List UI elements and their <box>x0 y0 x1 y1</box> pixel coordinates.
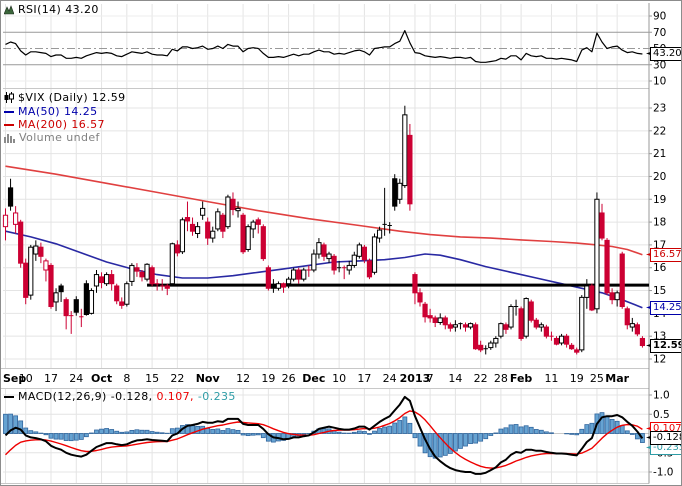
svg-text:24: 24 <box>69 372 83 385</box>
rsi-bands <box>3 32 649 65</box>
svg-text:90: 90 <box>653 11 666 23</box>
svg-text:1.0: 1.0 <box>653 390 670 402</box>
last-price-box: 12.59 <box>650 339 682 353</box>
svg-text:30: 30 <box>653 59 666 71</box>
svg-text:Mar: Mar <box>605 372 629 385</box>
svg-text:10: 10 <box>653 76 666 88</box>
svg-text:Oct: Oct <box>91 372 112 385</box>
svg-text:12: 12 <box>236 372 250 385</box>
ma50-swatch-icon <box>4 111 14 113</box>
macd-value-box: -0.128 <box>650 431 682 445</box>
svg-text:10: 10 <box>19 372 33 385</box>
svg-text:15: 15 <box>145 372 159 385</box>
svg-text:19: 19 <box>261 372 275 385</box>
volume-legend: Volume undef <box>4 131 100 144</box>
svg-text:22: 22 <box>474 372 488 385</box>
gridlines <box>3 4 649 483</box>
svg-text:28: 28 <box>494 372 508 385</box>
svg-text:22: 22 <box>170 372 184 385</box>
svg-text:23: 23 <box>653 103 666 115</box>
volume-bars-icon <box>4 133 15 143</box>
svg-text:10: 10 <box>332 372 346 385</box>
svg-text:14: 14 <box>448 372 462 385</box>
volume-label-text: Volume undef <box>19 131 100 144</box>
ma200-legend: MA(200) 16.57 <box>4 118 105 131</box>
svg-text:11: 11 <box>544 372 558 385</box>
svg-text:12: 12 <box>653 353 666 365</box>
svg-text:Dec: Dec <box>302 372 325 385</box>
svg-text:26: 26 <box>282 372 296 385</box>
rsi-value-box: 43.20 <box>650 47 682 61</box>
svg-text:18: 18 <box>653 217 666 229</box>
candlestick-icon <box>4 92 14 103</box>
svg-text:19: 19 <box>570 372 584 385</box>
svg-text:21: 21 <box>653 148 666 160</box>
macd-label-text: MACD(12,26,9) <box>18 390 107 403</box>
macd-signal-value-text: 0.107, <box>157 390 194 403</box>
macd-value-text: -0.128, <box>111 390 153 403</box>
svg-text:20: 20 <box>653 171 666 183</box>
macd-indicator-label: MACD(12,26,9) -0.128, 0.107, -0.235 <box>4 390 236 403</box>
ma50-label-text: MA(50) <box>18 105 60 118</box>
ma200-swatch-icon <box>4 124 14 126</box>
ma200-line <box>6 166 643 255</box>
rsi-value-text: 43.20 <box>65 3 99 16</box>
last-price-text: 12.59 <box>92 91 126 104</box>
rsi-line <box>6 31 643 63</box>
ma200-value-box: 16.57 <box>650 248 682 262</box>
rsi-indicator-label: RSI(14) 43.20 <box>4 3 99 16</box>
ma50-legend: MA(50) 14.25 <box>4 105 98 118</box>
ma200-value-text: 16.57 <box>71 118 105 131</box>
ma50-value-text: 14.25 <box>64 105 98 118</box>
svg-text:17: 17 <box>44 372 58 385</box>
macd-signal-line <box>6 411 643 468</box>
svg-text:25: 25 <box>590 372 604 385</box>
macd-hist-value-text: -0.235 <box>198 390 236 403</box>
svg-text:16: 16 <box>653 262 667 274</box>
svg-text:24: 24 <box>383 372 397 385</box>
rsi-label-text: RSI(14) <box>18 3 61 16</box>
chart-canvas: 23222120191817161514131290705030101.00.5… <box>1 1 681 485</box>
ma200-label-text: MA(200) <box>18 118 67 131</box>
stockchart-panel: 23222120191817161514131290705030101.00.5… <box>0 0 682 486</box>
svg-text:15: 15 <box>653 285 666 297</box>
ma50-value-box: 14.25 <box>650 301 682 315</box>
svg-text:0.5: 0.5 <box>653 409 670 421</box>
svg-text:-1.0: -1.0 <box>653 467 674 479</box>
svg-text:8: 8 <box>123 372 130 385</box>
area-chart-icon <box>4 5 14 15</box>
symbol-title: $VIX (Daily) 12.59 <box>4 91 126 104</box>
svg-text:22: 22 <box>653 125 666 137</box>
svg-text:70: 70 <box>653 27 666 39</box>
symbol-title-text: $VIX (Daily) <box>18 91 88 104</box>
svg-text:Feb: Feb <box>510 372 533 385</box>
svg-text:Nov: Nov <box>196 372 221 385</box>
macd-line <box>6 397 643 474</box>
macd-swatch-icon <box>4 396 14 398</box>
svg-text:19: 19 <box>653 194 666 206</box>
svg-text:17: 17 <box>357 372 371 385</box>
svg-text:7: 7 <box>427 372 434 385</box>
